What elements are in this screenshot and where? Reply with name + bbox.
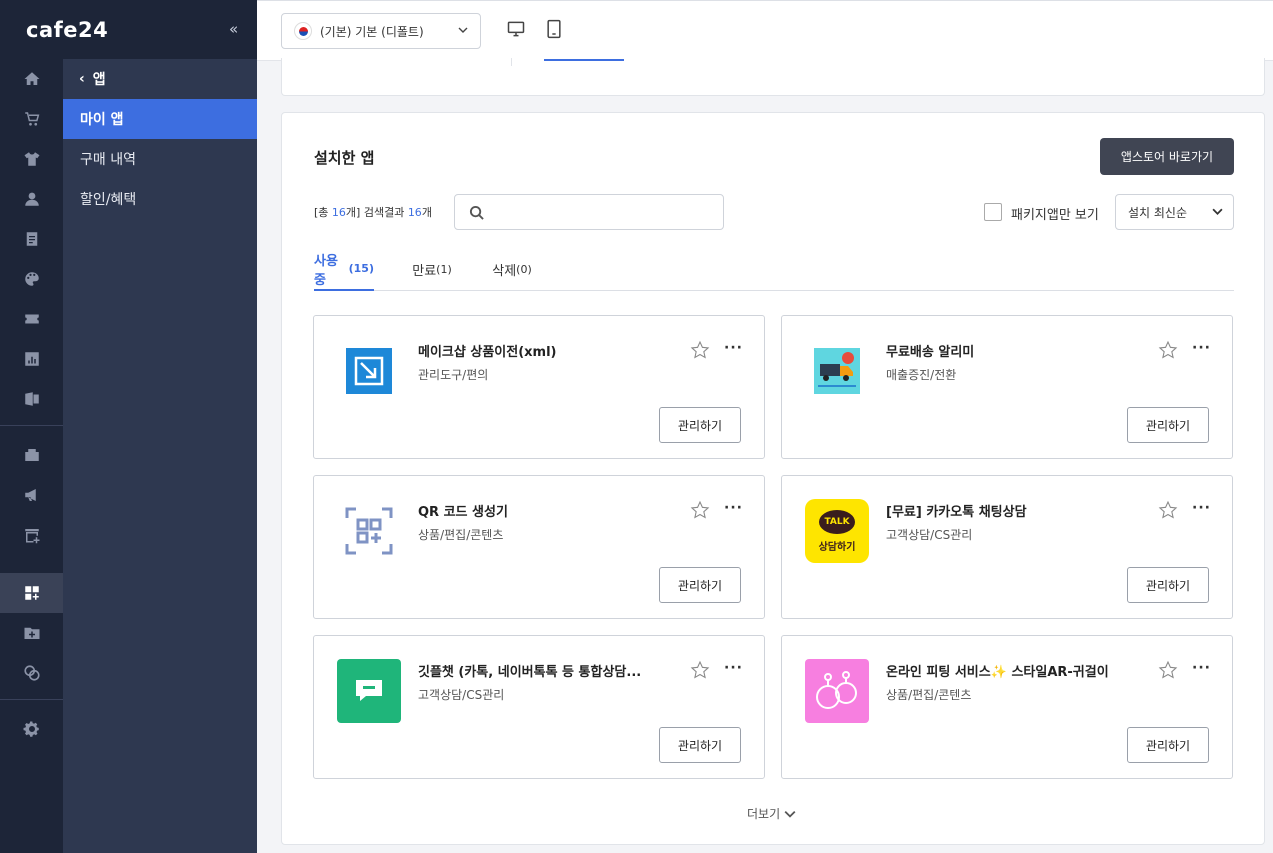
manage-button[interactable]: 관리하기: [659, 407, 741, 443]
app-store-button[interactable]: 앱스토어 바로가기: [1100, 138, 1234, 175]
kakao-talk-icon: TALK 상담하기: [805, 499, 869, 563]
language-select[interactable]: (기본) 기본 (디폴트): [281, 13, 481, 49]
subnav-item-my-apps[interactable]: 마이 앱: [63, 99, 257, 139]
palette-icon[interactable]: [0, 259, 63, 299]
shirt-icon[interactable]: [0, 139, 63, 179]
tab-underline: [544, 59, 624, 61]
chat-bubble-icon: [337, 659, 401, 723]
app-name: 깃플챗 (카톡, 네이버톡톡 등 통합상담...: [418, 665, 642, 680]
subnav-title: 앱: [92, 72, 106, 88]
chevron-down-icon: [784, 810, 796, 818]
app-card: TALK 상담하기 [무료] 카카오톡 채팅상담 고객상담/CS관리 ··· 관…: [781, 475, 1233, 619]
app-category: 상품/편집/콘텐츠: [886, 688, 972, 702]
sort-select-value: 설치 최신순: [1128, 205, 1188, 220]
package-only-label: 패키지앱만 보기: [1011, 208, 1099, 223]
earring-icon: [805, 659, 869, 723]
manage-button[interactable]: 관리하기: [1127, 407, 1209, 443]
app-category: 상품/편집/콘텐츠: [418, 528, 504, 542]
manage-button[interactable]: 관리하기: [659, 567, 741, 603]
app-submenu: ‹ 앱 마이 앱 구매 내역 할인/혜택: [63, 59, 257, 853]
tab-deleted[interactable]: 삭제 (0): [490, 248, 534, 291]
chevron-down-icon: [458, 24, 468, 38]
more-options-icon[interactable]: ···: [724, 500, 743, 516]
search-icon: [469, 205, 484, 220]
gear-icon[interactable]: [0, 709, 63, 749]
app-name: 메이크샵 상품이전(xml): [418, 345, 557, 360]
transfer-icon: [337, 339, 401, 403]
collapse-sidebar-button[interactable]: «: [229, 20, 238, 38]
app-name: 온라인 피팅 서비스✨ 스타일AR-귀걸이: [886, 665, 1109, 680]
sort-select[interactable]: 설치 최신순: [1115, 194, 1234, 230]
korea-flag-icon: [294, 22, 312, 40]
more-options-icon[interactable]: ···: [724, 340, 743, 356]
tab-in-use[interactable]: 사용중 (15): [314, 248, 374, 291]
star-icon[interactable]: [1158, 500, 1178, 520]
app-name: QR 코드 생성기: [418, 505, 508, 520]
app-card: QR 코드 생성기 상품/편집/콘텐츠 ··· 관리하기: [313, 475, 765, 619]
document-icon[interactable]: [0, 219, 63, 259]
manage-button[interactable]: 관리하기: [1127, 727, 1209, 763]
app-card: 깃플챗 (카톡, 네이버톡톡 등 통합상담... 고객상담/CS관리 ··· 관…: [313, 635, 765, 779]
app-category: 매출증진/전환: [886, 368, 957, 382]
star-icon[interactable]: [1158, 660, 1178, 680]
cart-icon[interactable]: [0, 99, 63, 139]
tab-expired[interactable]: 만료 (1): [410, 248, 454, 291]
cafe24-logo[interactable]: cafe24: [26, 18, 108, 42]
chart-icon[interactable]: [0, 339, 63, 379]
app-card: 메이크샵 상품이전(xml) 관리도구/편의 ··· 관리하기: [313, 315, 765, 459]
icon-rail: [0, 59, 63, 853]
shop-add-icon[interactable]: [0, 515, 63, 555]
coupon-icon[interactable]: [0, 299, 63, 339]
star-icon[interactable]: [690, 500, 710, 520]
star-icon[interactable]: [690, 660, 710, 680]
page-title: 설치한 앱: [314, 149, 375, 167]
truck-icon: [805, 339, 869, 403]
megaphone-icon[interactable]: [0, 475, 63, 515]
previous-card-fragment: [281, 58, 1265, 96]
star-icon[interactable]: [1158, 340, 1178, 360]
qr-icon: [337, 499, 401, 563]
manage-button[interactable]: 관리하기: [1127, 567, 1209, 603]
package-only-checkbox[interactable]: [984, 203, 1002, 221]
chevron-left-icon: ‹: [79, 71, 85, 87]
app-name: 무료배송 알리미: [886, 345, 975, 360]
search-input[interactable]: [495, 201, 715, 223]
app-card: 무료배송 알리미 매출증진/전환 ··· 관리하기: [781, 315, 1233, 459]
subnav-item-discounts[interactable]: 할인/혜택: [63, 179, 257, 219]
load-more-link[interactable]: 더보기: [747, 805, 796, 822]
user-icon[interactable]: [0, 179, 63, 219]
mobile-icon[interactable]: [544, 19, 566, 41]
app-category: 관리도구/편의: [418, 368, 489, 382]
excel-icon[interactable]: [0, 379, 63, 419]
back-to-apps-link[interactable]: ‹ 앱: [63, 59, 257, 99]
manage-button[interactable]: 관리하기: [659, 727, 741, 763]
result-count: [총 16개] 검색결과 16개: [314, 206, 432, 219]
star-icon[interactable]: [690, 340, 710, 360]
app-name: [무료] 카카오톡 채팅상담: [886, 505, 1027, 520]
app-card: 온라인 피팅 서비스✨ 스타일AR-귀걸이 상품/편집/콘텐츠 ··· 관리하기: [781, 635, 1233, 779]
logo-bar: cafe24 «: [0, 0, 257, 59]
apps-icon[interactable]: [0, 573, 63, 613]
top-bar: (기본) 기본 (디폴트): [257, 0, 1273, 61]
more-options-icon[interactable]: ···: [1192, 660, 1211, 676]
more-options-icon[interactable]: ···: [1192, 500, 1211, 516]
desktop-icon[interactable]: [506, 19, 528, 41]
language-select-value: (기본) 기본 (디폴트): [320, 24, 424, 39]
search-box: [454, 194, 724, 230]
chevron-down-icon: [1212, 206, 1223, 220]
status-tabs: 사용중 (15) 만료 (1) 삭제 (0): [314, 248, 1234, 291]
app-category: 고객상담/CS관리: [886, 528, 973, 542]
home-icon[interactable]: [0, 59, 63, 99]
app-category: 고객상담/CS관리: [418, 688, 505, 702]
layers-icon[interactable]: [0, 653, 63, 693]
more-options-icon[interactable]: ···: [724, 660, 743, 676]
more-options-icon[interactable]: ···: [1192, 340, 1211, 356]
folder-add-icon[interactable]: [0, 613, 63, 653]
subnav-item-purchase-history[interactable]: 구매 내역: [63, 139, 257, 179]
installed-apps-card: 설치한 앱 앱스토어 바로가기 [총 16개] 검색결과 16개 패키지앱만 보…: [281, 112, 1265, 845]
store-icon[interactable]: [0, 435, 63, 475]
